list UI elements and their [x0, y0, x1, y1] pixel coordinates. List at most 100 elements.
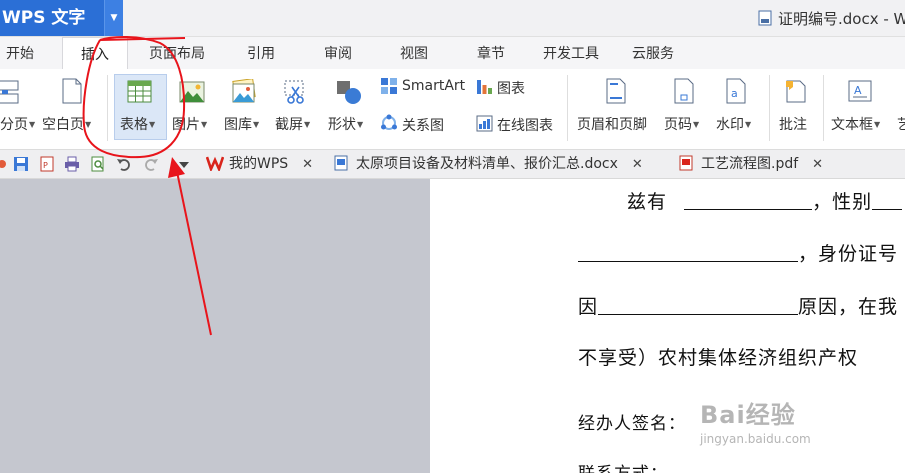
textbox-icon: A	[848, 80, 872, 102]
export-pdf-icon[interactable]: P	[39, 156, 55, 172]
chevron-down-icon[interactable]: ▼	[104, 0, 123, 36]
table-button[interactable]: 表格▼	[114, 69, 167, 149]
screenshot-button[interactable]: 截屏▼	[274, 69, 320, 149]
tab-cloud[interactable]: 云服务	[632, 37, 674, 69]
doc-text: 原因，在我	[798, 296, 899, 318]
blank-underline	[578, 242, 798, 262]
online-chart-label: 在线图表	[497, 118, 553, 134]
tab-references[interactable]: 引用	[247, 37, 275, 69]
chevron-down-icon[interactable]	[176, 156, 192, 172]
site-watermark: Bai经验 jingyan.baidu.com	[700, 395, 811, 446]
ribbon-insert: 分页▼ 空白页▼ 表格▼ 图片▼ 图库▼ 截屏▼ 形状▼ SmartArt 关系…	[0, 69, 905, 150]
word-document-icon	[334, 155, 348, 171]
blank-page-icon	[62, 78, 82, 104]
doc-tab-process-pdf[interactable]: 工艺流程图.pdf ✕	[679, 150, 823, 179]
doc-tab-label: 我的WPS	[229, 156, 289, 172]
menu-tabs: 开始 插入 页面布局 引用 审阅 视图 章节 开发工具 云服务	[0, 37, 905, 70]
doc-line-3: 因 原因，在我	[578, 292, 898, 319]
art-text-button[interactable]: 艺	[897, 114, 905, 134]
doc-line-1: 兹有 ，性别	[627, 187, 903, 214]
document-page[interactable]: 兹有 ，性别 ，身份证号 因 原因，在我 不享受）农村集体经济组织产权 经办人签名…	[430, 179, 905, 473]
gallery-icon	[232, 79, 256, 103]
page-number-label: 页码	[664, 117, 692, 133]
relation-chart-label: 关系图	[402, 118, 444, 134]
header-footer-label: 页眉和页脚	[577, 117, 647, 133]
shape-button[interactable]: 形状▼	[327, 69, 375, 149]
smartart-label: SmartArt	[402, 78, 466, 94]
watermark-label: 水印	[716, 117, 744, 133]
online-chart-button[interactable]: 在线图表	[476, 114, 564, 136]
doc-line-6: 联系方式：	[578, 459, 668, 473]
doc-text: 兹有	[627, 191, 668, 213]
tab-view[interactable]: 视图	[400, 37, 428, 69]
relation-chart-icon	[381, 114, 397, 130]
tab-chapter[interactable]: 章节	[477, 37, 505, 69]
close-icon[interactable]: ✕	[812, 157, 823, 172]
svg-text:A: A	[854, 84, 862, 97]
doc-text: 因	[578, 296, 599, 318]
blank-underline	[872, 190, 903, 210]
watermark-brand: Bai经验	[700, 401, 796, 429]
picture-button[interactable]: 图片▼	[171, 69, 219, 149]
separator	[567, 75, 568, 141]
separator	[823, 75, 824, 141]
tab-page-layout[interactable]: 页面布局	[149, 37, 205, 69]
chart-button[interactable]: 图表	[476, 77, 536, 99]
save-icon[interactable]	[13, 156, 29, 172]
undo-icon[interactable]	[116, 156, 132, 172]
table-icon	[127, 80, 152, 103]
header-footer-button[interactable]: 页眉和页脚	[577, 69, 657, 149]
blank-underline	[598, 295, 799, 315]
picture-label: 图片	[172, 117, 200, 133]
blank-page-label: 空白页	[42, 117, 84, 133]
page-break-icon	[0, 80, 19, 104]
smartart-icon	[381, 78, 397, 94]
doc-text: ，性别	[812, 191, 873, 213]
wps-logo-icon	[205, 156, 225, 173]
watermark-url: jingyan.baidu.com	[700, 432, 811, 446]
document-icon	[758, 10, 772, 26]
document-title-text: 证明编号.docx - W	[778, 10, 905, 28]
chart-label: 图表	[497, 81, 525, 97]
tab-developer[interactable]: 开发工具	[543, 37, 599, 69]
close-icon[interactable]: ✕	[302, 157, 313, 172]
tab-review[interactable]: 审阅	[324, 37, 352, 69]
separator	[107, 75, 108, 141]
watermark-button[interactable]: a 水印▼	[714, 69, 764, 149]
redo-icon[interactable]	[143, 156, 159, 172]
textbox-button[interactable]: A 文本框▼	[831, 69, 893, 149]
gallery-label: 图库	[224, 117, 252, 133]
svg-text:P: P	[43, 161, 48, 170]
page-number-button[interactable]: 页码▼	[663, 69, 709, 149]
relation-chart-button[interactable]: 关系图	[380, 114, 460, 136]
comment-button[interactable]: 批注	[777, 69, 817, 149]
page-number-icon	[674, 78, 694, 104]
smartart-button[interactable]: SmartArt	[380, 77, 472, 99]
print-preview-icon[interactable]	[90, 156, 106, 172]
picture-icon	[179, 81, 205, 103]
doc-tab-label: 太原项目设备及材料清单、报价汇总.docx	[356, 156, 618, 172]
gallery-button[interactable]: 图库▼	[223, 69, 269, 149]
page-break-button[interactable]: 分页▼	[0, 69, 36, 149]
doc-tab-label: 工艺流程图.pdf	[701, 156, 799, 172]
tab-home[interactable]: 开始	[6, 37, 34, 69]
tab-insert[interactable]: 插入	[62, 37, 128, 70]
shape-label: 形状	[328, 117, 356, 133]
art-text-label: 艺	[897, 117, 905, 133]
watermark-icon: a	[726, 78, 746, 104]
doc-text: ，身份证号	[798, 243, 899, 265]
sun-icon[interactable]	[0, 156, 10, 172]
comment-label: 批注	[779, 117, 807, 133]
blank-page-button[interactable]: 空白页▼	[42, 69, 102, 149]
header-footer-icon	[606, 78, 626, 104]
doc-line-5: 经办人签名：	[578, 414, 686, 434]
doc-tab-taiyuan-docx[interactable]: 太原项目设备及材料清单、报价汇总.docx ✕	[334, 150, 643, 179]
wps-app-menu-button[interactable]: WPS 文字 ▼	[0, 0, 123, 36]
online-chart-icon	[476, 115, 493, 132]
separator	[769, 75, 770, 141]
doc-tab-my-wps[interactable]: 我的WPS ✕	[205, 150, 313, 179]
title-bar: WPS 文字 ▼ 证明编号.docx - W	[0, 0, 905, 37]
print-icon[interactable]	[64, 156, 80, 172]
comment-icon	[786, 80, 806, 103]
close-icon[interactable]: ✕	[632, 157, 643, 172]
